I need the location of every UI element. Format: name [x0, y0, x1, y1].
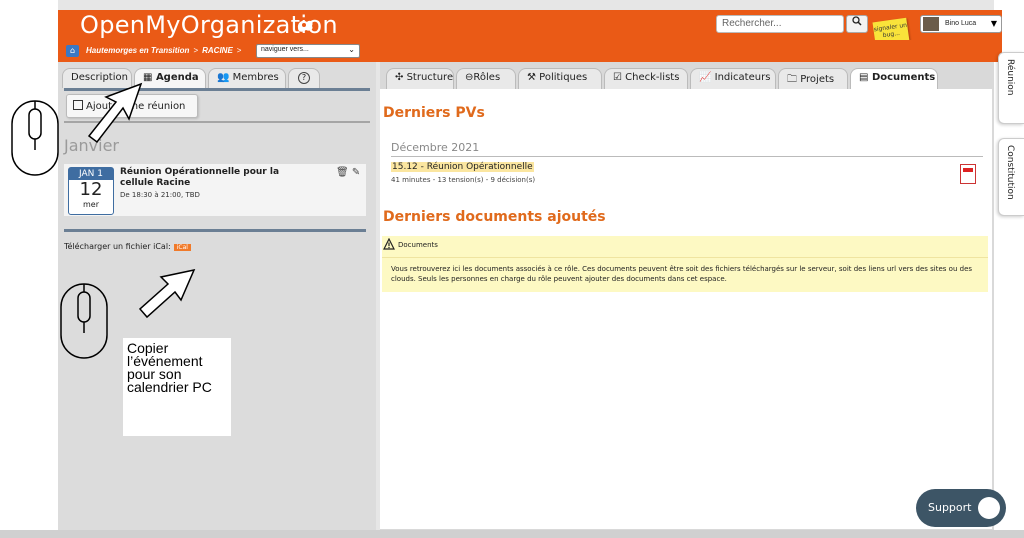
tab-politiques[interactable]: ⚒ Politiques	[518, 68, 602, 89]
tab-indicateurs[interactable]: 📈 Indicateurs	[690, 68, 776, 89]
users-icon: 👥	[217, 72, 230, 83]
tab-roles[interactable]: ⊖Rôles	[456, 68, 516, 89]
edit-icon[interactable]: ✎	[352, 167, 360, 178]
tab-description[interactable]: Description	[62, 68, 132, 88]
search-icon	[852, 16, 862, 26]
tab-structure-label: Structure	[406, 72, 454, 83]
divider	[382, 257, 988, 258]
chart-icon: 📈	[699, 72, 712, 83]
notice-text: Vous retrouverez ici les documents assoc…	[391, 265, 973, 283]
side-tab-reunion[interactable]: Réunion	[998, 52, 1024, 124]
tab-agenda[interactable]: ▦ Agenda	[134, 68, 206, 88]
folder-icon: 🗀	[787, 74, 797, 85]
divider	[391, 156, 983, 157]
pdf-icon[interactable]	[960, 164, 976, 184]
ical-download: Télécharger un fichier iCal: iCal	[64, 242, 191, 251]
trash-icon[interactable]: 🗑	[336, 167, 349, 178]
tab-help[interactable]: ?	[288, 68, 320, 88]
chevron-down-icon: ▼	[990, 19, 997, 28]
annotation-note: Copier l’événement pour son calendrier P…	[123, 338, 231, 436]
calendar-icon	[73, 100, 83, 110]
warning-icon	[383, 238, 395, 250]
calendar-icon: ▦	[143, 72, 153, 83]
divider	[64, 121, 370, 123]
tab-indicateurs-label: Indicateurs	[714, 72, 771, 83]
side-tab-reunion-label: Réunion	[1005, 59, 1015, 96]
navigate-select[interactable]: naviguer vers... ⌄	[256, 44, 360, 58]
left-panel	[58, 62, 376, 538]
tab-divider	[64, 88, 370, 91]
search-input[interactable]: Rechercher...	[716, 15, 844, 33]
user-menu[interactable]: Bino Luca ▼	[920, 15, 1002, 33]
tab-checklists[interactable]: ☑ Check-lists	[604, 68, 688, 89]
divider	[64, 229, 366, 232]
side-tab-constitution[interactable]: Constitution	[998, 138, 1024, 216]
tab-membres-label: Membres	[232, 72, 279, 83]
event-weekday: mer	[82, 200, 99, 209]
navigate-select-value: naviguer vers...	[261, 46, 309, 53]
pv-meta: 41 minutes - 13 tension(s) - 9 décision(…	[391, 176, 536, 184]
month-heading: Janvier	[64, 136, 119, 155]
structure-icon: ✣	[395, 72, 404, 83]
event-time: De 18:30 à 21:00, TBD	[120, 191, 200, 199]
chat-bubble-icon	[978, 497, 1000, 519]
side-tab-constitution-label: Constitution	[1005, 145, 1015, 200]
checkbox-icon: ☑	[613, 72, 622, 83]
avatar	[923, 17, 939, 31]
pv-month: Décembre 2021	[391, 141, 480, 154]
tab-roles-label: Rôles	[473, 72, 501, 83]
search-button[interactable]	[846, 15, 868, 33]
breadcrumb-item-org[interactable]: Hautemorges en Transition	[86, 46, 189, 55]
tab-structure[interactable]: ✣ Structure	[386, 68, 454, 89]
logo-icon	[297, 20, 313, 32]
event-date-badge: JAN 1 12 mer	[68, 167, 114, 215]
ical-label: Télécharger un fichier iCal:	[64, 242, 171, 251]
breadcrumb-item-racine[interactable]: RACINE	[202, 46, 233, 55]
event-actions: 🗑 ✎	[336, 167, 360, 178]
tab-projets[interactable]: 🗀 Projets	[778, 68, 848, 89]
home-icon[interactable]: ⌂	[66, 45, 79, 57]
documents-content	[380, 89, 992, 529]
document-icon: ▤	[859, 72, 869, 83]
help-icon: ?	[298, 72, 310, 84]
add-meeting-label: Ajouter une réunion	[86, 101, 186, 112]
tab-politiques-label: Politiques	[539, 72, 588, 83]
user-name: Bino Luca	[945, 20, 977, 27]
add-meeting-button[interactable]: Ajouter une réunion	[66, 94, 198, 118]
event-title[interactable]: Réunion Opérationnelle pour la cellule R…	[120, 167, 300, 189]
tab-checklists-label: Check-lists	[625, 72, 680, 83]
tab-documents[interactable]: ▤ Documents	[850, 68, 938, 89]
event-day: 12	[79, 179, 103, 200]
docs-heading: Derniers documents ajoutés	[383, 209, 606, 225]
pv-link[interactable]: 15.12 - Réunion Opérationnelle	[391, 162, 534, 172]
breadcrumb: Hautemorges en Transition > RACINE >	[86, 46, 242, 55]
tab-membres[interactable]: 👥 Membres	[208, 68, 286, 88]
tab-projets-label: Projets	[800, 74, 835, 85]
mouse-icon	[11, 100, 59, 176]
notice-title: Documents	[398, 241, 438, 249]
pv-heading: Derniers PVs	[383, 105, 485, 121]
bottom-strip	[0, 530, 1024, 538]
gavel-icon: ⚒	[527, 72, 536, 83]
chevron-down-icon: ⌄	[348, 45, 355, 54]
support-button[interactable]: Support	[916, 489, 1006, 527]
tab-documents-label: Documents	[871, 72, 936, 83]
ical-button[interactable]: iCal	[173, 244, 191, 251]
tab-agenda-label: Agenda	[155, 72, 199, 83]
support-label: Support	[928, 501, 972, 514]
